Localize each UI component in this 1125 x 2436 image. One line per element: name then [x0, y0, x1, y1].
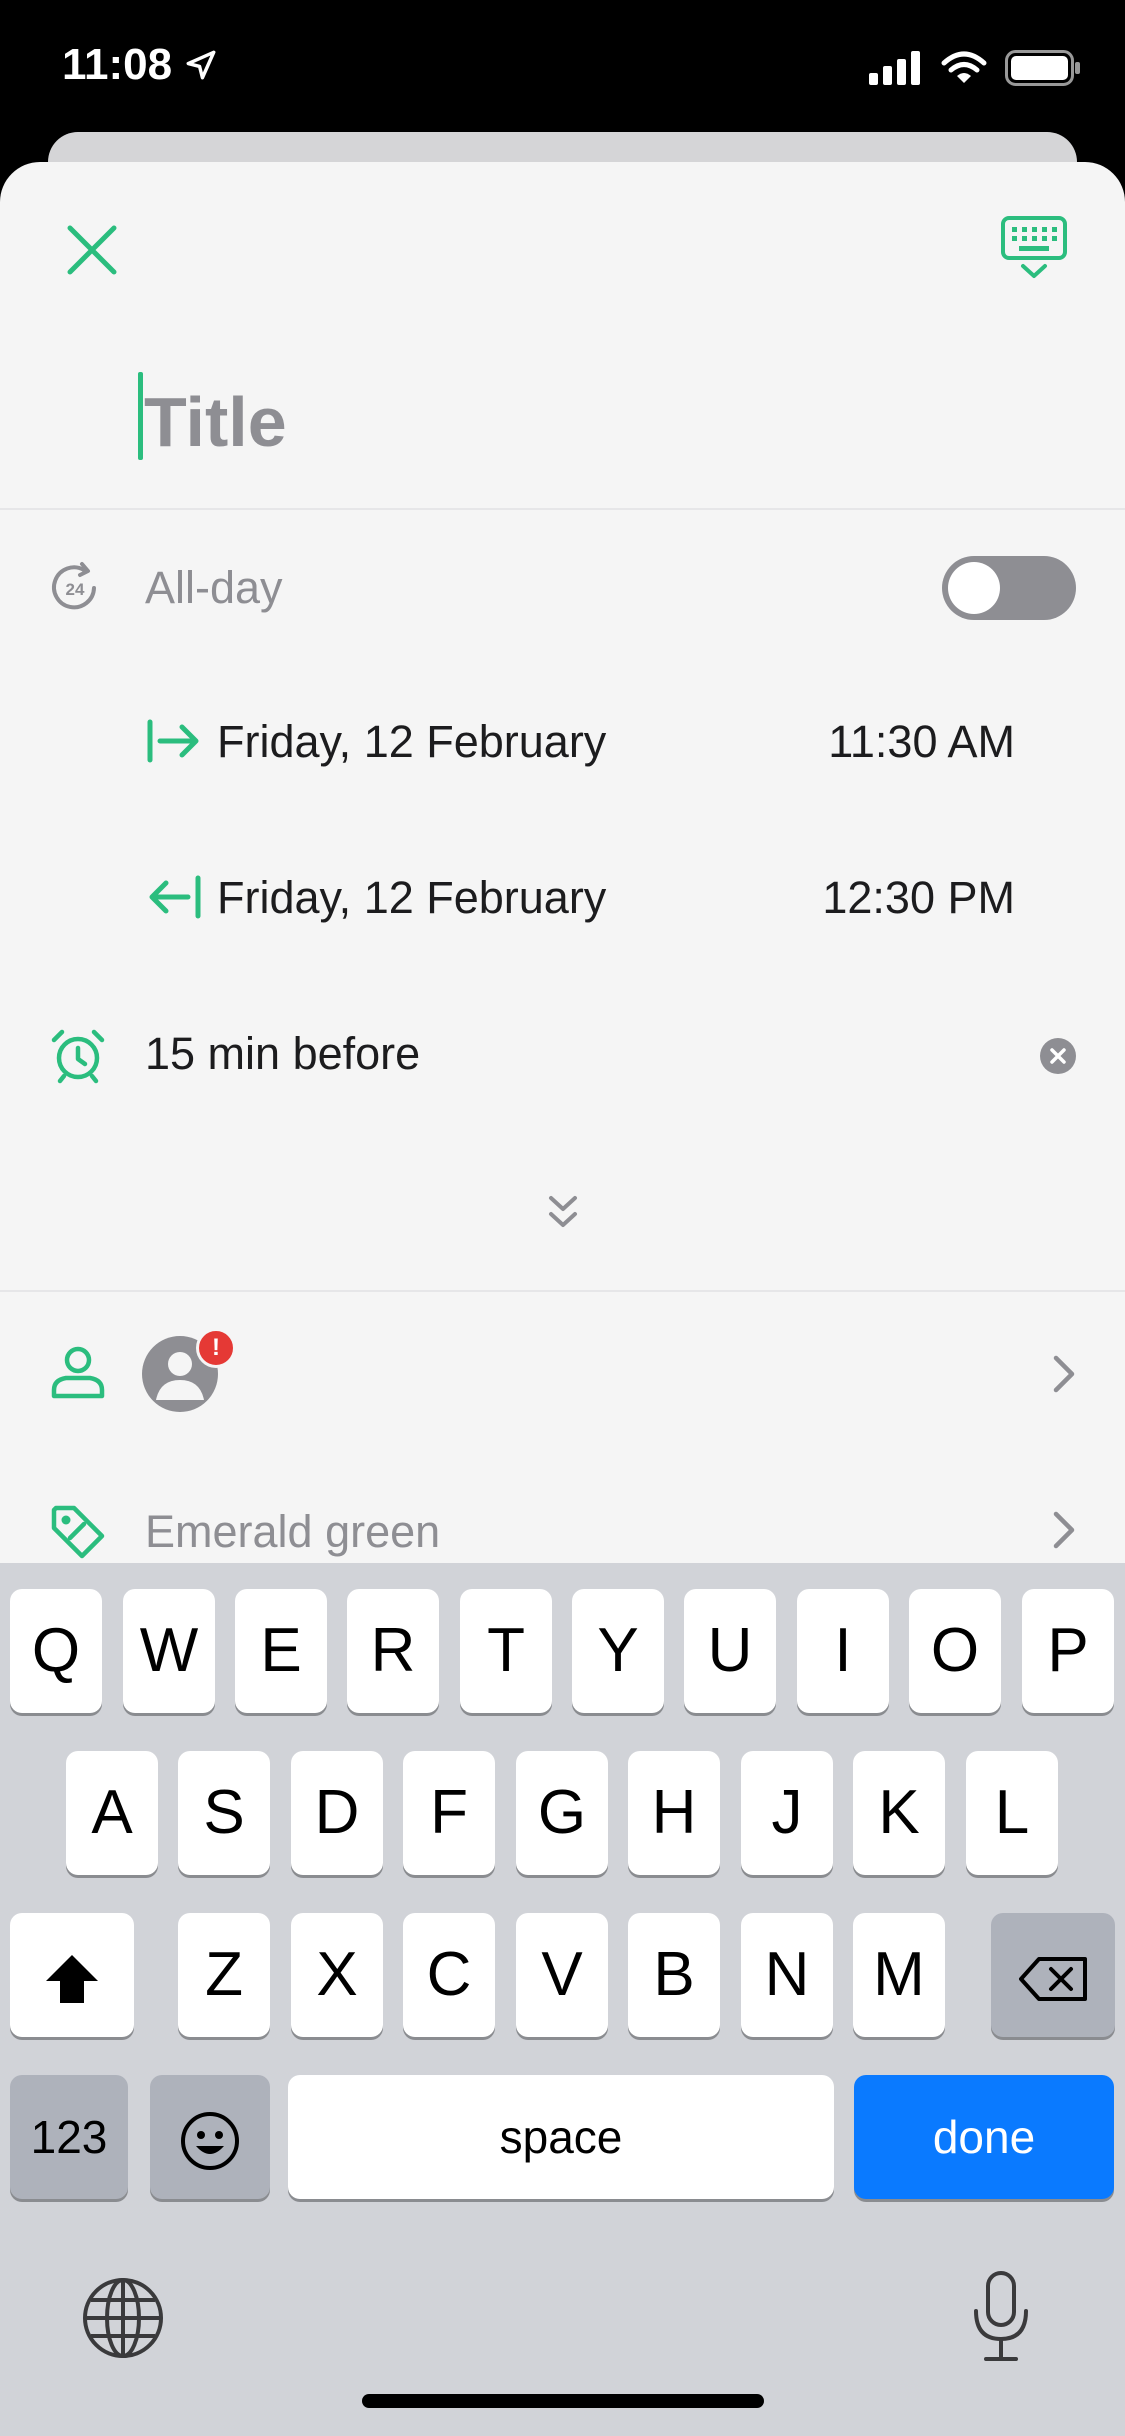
key-q[interactable]: Q	[10, 1589, 102, 1713]
key-g[interactable]: G	[516, 1751, 608, 1875]
key-n[interactable]: N	[741, 1913, 833, 2037]
done-key[interactable]: done	[854, 2075, 1114, 2199]
key-p[interactable]: P	[1022, 1589, 1114, 1713]
wifi-icon	[941, 51, 987, 83]
emoji-key[interactable]	[150, 2075, 270, 2199]
key-b[interactable]: B	[628, 1913, 720, 2037]
clear-x-icon	[1050, 1048, 1066, 1064]
title-input[interactable]: Title	[144, 382, 287, 462]
key-i[interactable]: I	[797, 1589, 889, 1713]
key-w[interactable]: W	[123, 1589, 215, 1713]
key-c[interactable]: C	[403, 1913, 495, 2037]
start-date[interactable]: Friday, 12 February	[217, 716, 606, 768]
microphone-icon[interactable]	[970, 2269, 1032, 2365]
all-day-toggle[interactable]	[942, 556, 1076, 620]
alarm-clock-icon	[51, 1029, 105, 1084]
status-time: 11:08	[62, 40, 173, 89]
on-screen-keyboard: Q W E R T Y U I O P A S D F G H J K L Z …	[0, 1563, 1125, 2436]
key-u[interactable]: U	[684, 1589, 776, 1713]
attendee-warning-badge: !	[196, 1328, 236, 1368]
start-time[interactable]: 11:30 AM	[828, 716, 1015, 768]
end-date[interactable]: Friday, 12 February	[217, 872, 606, 924]
person-icon	[51, 1346, 105, 1399]
status-bar: 11:08	[0, 0, 1125, 140]
color-label[interactable]: Emerald green	[145, 1506, 440, 1558]
key-m[interactable]: M	[853, 1913, 945, 2037]
numbers-key[interactable]: 123	[10, 2075, 128, 2199]
key-l[interactable]: L	[966, 1751, 1058, 1875]
hide-keyboard-icon[interactable]	[999, 214, 1069, 284]
globe-icon[interactable]	[80, 2275, 166, 2361]
location-arrow-icon	[186, 50, 216, 80]
key-z[interactable]: Z	[178, 1913, 270, 2037]
all-day-24h-icon: 24	[52, 562, 96, 610]
divider	[0, 1290, 1125, 1292]
backspace-key[interactable]	[991, 1913, 1115, 2037]
expand-more-icon[interactable]	[546, 1192, 580, 1232]
battery-icon	[1005, 50, 1080, 86]
space-key[interactable]: space	[288, 2075, 834, 2199]
end-time[interactable]: 12:30 PM	[822, 872, 1015, 924]
key-h[interactable]: H	[628, 1751, 720, 1875]
shift-key[interactable]	[10, 1913, 134, 2037]
key-e[interactable]: E	[235, 1589, 327, 1713]
tag-icon	[51, 1505, 105, 1559]
alert-label[interactable]: 15 min before	[145, 1028, 420, 1080]
svg-text:24: 24	[66, 580, 85, 599]
shift-arrow-icon	[46, 1954, 98, 2003]
signal-icon	[869, 51, 920, 85]
close-icon[interactable]	[62, 220, 122, 280]
all-day-label: All-day	[145, 562, 283, 613]
end-arrow-icon	[149, 875, 201, 919]
key-t[interactable]: T	[460, 1589, 552, 1713]
key-v[interactable]: V	[516, 1913, 608, 2037]
start-arrow-icon	[147, 719, 199, 763]
clear-alert-button[interactable]	[1040, 1038, 1076, 1074]
chevron-right-icon[interactable]	[1050, 1352, 1080, 1396]
divider	[0, 508, 1125, 510]
key-y[interactable]: Y	[572, 1589, 664, 1713]
toggle-knob	[948, 562, 1000, 614]
chevron-right-icon[interactable]	[1050, 1508, 1080, 1552]
key-a[interactable]: A	[66, 1751, 158, 1875]
key-f[interactable]: F	[403, 1751, 495, 1875]
key-s[interactable]: S	[178, 1751, 270, 1875]
key-d[interactable]: D	[291, 1751, 383, 1875]
text-cursor	[138, 372, 143, 460]
key-x[interactable]: X	[291, 1913, 383, 2037]
emoji-icon	[181, 2111, 239, 2170]
key-k[interactable]: K	[853, 1751, 945, 1875]
home-indicator	[362, 2394, 764, 2408]
backspace-icon	[1019, 1956, 1087, 2001]
key-r[interactable]: R	[347, 1589, 439, 1713]
key-j[interactable]: J	[741, 1751, 833, 1875]
key-o[interactable]: O	[909, 1589, 1001, 1713]
